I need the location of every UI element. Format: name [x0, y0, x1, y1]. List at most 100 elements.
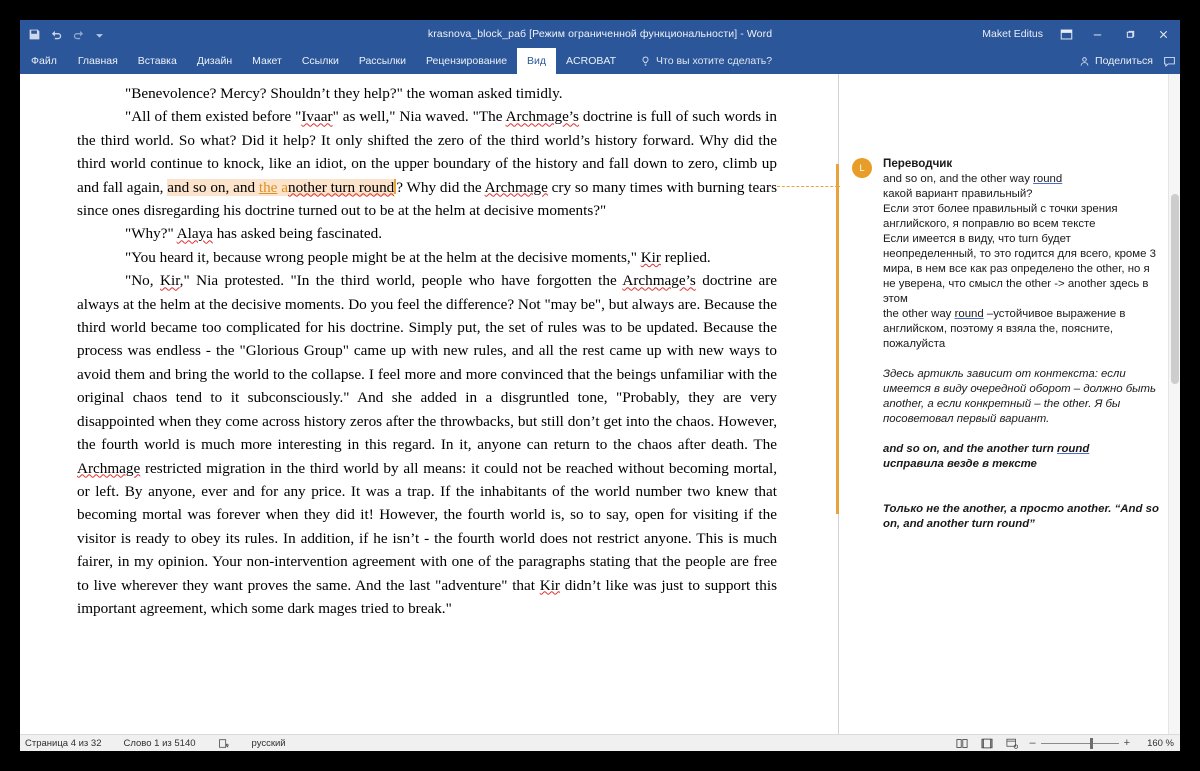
comment-spacer-2 [883, 427, 1162, 442]
misspelled-word: Archmage’s [505, 108, 579, 126]
tab-references[interactable]: Ссылки [292, 48, 349, 74]
title-bar: krasnova_block_раб [Режим ограниченной ф… [20, 20, 1180, 48]
ribbon-display-options-icon[interactable] [1051, 20, 1081, 48]
comment-text-2: the other way round –устойчивое выражени… [883, 307, 1162, 352]
close-button[interactable] [1147, 20, 1180, 48]
tracked-insertion: the [258, 178, 278, 196]
comment-body: Переводчик and so on, and the other way … [883, 156, 1162, 532]
comment-text-1: какой вариант правильный? Если этот боле… [883, 188, 1156, 305]
paragraph-text: ? Why did the [396, 178, 485, 196]
misspelled-word: Archmage [484, 178, 548, 196]
save-icon[interactable] [28, 28, 41, 41]
zoom-slider[interactable]: – + [1029, 738, 1130, 749]
document-page[interactable]: "Benevolence? Mercy? Shouldn’t they help… [20, 74, 819, 734]
misspelled-word: Kir [640, 248, 661, 266]
paragraph-text: "Why?" [125, 225, 177, 243]
paragraph-text: replied. [660, 248, 711, 266]
vertical-scrollbar[interactable] [1168, 74, 1180, 734]
customize-qat-chevron-icon[interactable] [94, 28, 107, 41]
zoom-level-label[interactable]: 160 % [1140, 738, 1174, 749]
read-mode-view-icon[interactable] [954, 738, 969, 750]
comment-leader-line-left [777, 186, 838, 187]
misspelled-word: Alaya [176, 225, 213, 243]
window-controls: Maket Editus [978, 20, 1180, 48]
restore-button[interactable] [1114, 20, 1147, 48]
zoom-track[interactable] [1040, 738, 1119, 749]
language-status[interactable]: русский [252, 738, 286, 749]
proofing-icon[interactable] [218, 738, 230, 749]
tell-me-box[interactable]: Что вы хотите сделать? [626, 48, 772, 74]
comment-quote-line: and so on, and the other way round [883, 172, 1162, 187]
tab-layout[interactable]: Макет [242, 48, 292, 74]
lightbulb-icon [640, 56, 651, 67]
comment-pane[interactable]: L Переводчик and so on, and the other wa… [840, 74, 1180, 734]
paragraph-text: has asked being fascinated. [212, 225, 382, 243]
tab-design[interactable]: Дизайн [187, 48, 242, 74]
zoom-out-button[interactable]: – [1029, 738, 1035, 749]
tab-review[interactable]: Рецензирование [416, 48, 517, 74]
zoom-in-button[interactable]: + [1124, 738, 1130, 749]
comment-anchor-highlight[interactable]: and so on, and the another turn round [167, 178, 395, 196]
tracked-insertion-letter: a [277, 178, 288, 196]
scrollbar-thumb[interactable] [1171, 194, 1179, 384]
comment-reply-2-emphasis: round [1057, 443, 1090, 455]
paragraph-text: "You heard it, because wrong people migh… [125, 248, 641, 266]
tab-file[interactable]: Файл [20, 48, 68, 74]
paragraph-text: doctrine are always at the helm at the d… [77, 272, 777, 454]
tab-insert[interactable]: Вставка [128, 48, 187, 74]
doc-paragraph-1: "Benevolence? Mercy? Shouldn’t they help… [77, 82, 777, 105]
comment-card[interactable]: L Переводчик and so on, and the other wa… [852, 156, 1162, 532]
paragraph-text: ," Nia protested. "In the third world, p… [179, 272, 623, 290]
undo-icon[interactable] [50, 28, 63, 41]
paragraph-text: "Benevolence? Mercy? Shouldn’t they help… [125, 85, 563, 102]
status-left: Страница 4 из 32 Слово 1 из 5140 русский [20, 738, 308, 749]
comment-text-2a: the other way [883, 308, 955, 320]
paragraph-text: "All of them existed before " [125, 108, 302, 126]
word-count-status[interactable]: Слово 1 из 5140 [124, 738, 196, 749]
web-layout-view-icon[interactable] [1004, 738, 1019, 750]
tab-view[interactable]: Вид [517, 48, 557, 74]
ribbon-right-controls: Поделиться [1079, 48, 1176, 74]
tab-mailings[interactable]: Рассылки [349, 48, 416, 74]
account-name[interactable]: Maket Editus [978, 28, 1051, 40]
zoom-thumb[interactable] [1089, 738, 1093, 749]
misspelled-word: Ivaar [301, 108, 333, 126]
comments-icon[interactable] [1163, 55, 1176, 68]
comment-text-2-emphasis: round [954, 308, 984, 320]
paragraph-text: "No, [125, 272, 161, 290]
misspelled-word: Kir [539, 576, 560, 594]
page-number-status[interactable]: Страница 4 из 32 [25, 738, 102, 749]
print-layout-view-icon[interactable] [979, 738, 994, 750]
comment-spacer-3 [883, 472, 1162, 502]
comment-author: Переводчик [883, 157, 953, 170]
status-bar: Страница 4 из 32 Слово 1 из 5140 русский… [20, 734, 1180, 751]
doc-paragraph-2: "All of them existed before "Ivaar" as w… [77, 105, 777, 222]
doc-paragraph-4: "You heard it, because wrong people migh… [77, 246, 777, 269]
share-label: Поделиться [1095, 55, 1153, 67]
minimize-button[interactable] [1081, 20, 1114, 48]
comment-quote-emphasis: round [1033, 173, 1063, 185]
misspelled-word: Kir [160, 272, 180, 290]
person-icon [1080, 56, 1089, 66]
tell-me-label: Что вы хотите сделать? [656, 55, 773, 67]
misspelled-word: nother turn round [287, 178, 395, 196]
doc-paragraph-5: "No, Kir," Nia protested. "In the third … [77, 269, 777, 620]
tab-home[interactable]: Главная [68, 48, 128, 74]
comment-anchor-rail [836, 164, 839, 514]
highlight-text: and so on, and [167, 178, 259, 196]
status-right: – + 160 % [954, 735, 1174, 751]
tab-acrobat[interactable]: ACROBAT [556, 48, 626, 74]
paragraph-text: restricted migration in the third world … [77, 459, 777, 594]
doc-paragraph-3: "Why?" Alaya has asked being fascinated. [77, 222, 777, 245]
share-button[interactable]: Поделиться [1079, 55, 1153, 67]
comment-reply-2: and so on, and the another turn round исп… [883, 442, 1162, 472]
word-window: krasnova_block_раб [Режим ограниченной ф… [20, 20, 1180, 751]
comment-reply-3: Только не the another, а просто another.… [883, 503, 1159, 530]
redo-icon[interactable] [72, 28, 85, 41]
paragraph-text: " as well," Nia waved. "The [332, 108, 506, 126]
comment-spacer-1 [883, 352, 1162, 367]
document-text[interactable]: "Benevolence? Mercy? Shouldn’t they help… [77, 82, 777, 620]
misspelled-word: Archmage’s [622, 272, 696, 290]
comment-reply-2b: исправила везде в тексте [883, 458, 1037, 470]
ribbon-tab-bar: Файл Главная Вставка Дизайн Макет Ссылки… [20, 48, 1180, 74]
